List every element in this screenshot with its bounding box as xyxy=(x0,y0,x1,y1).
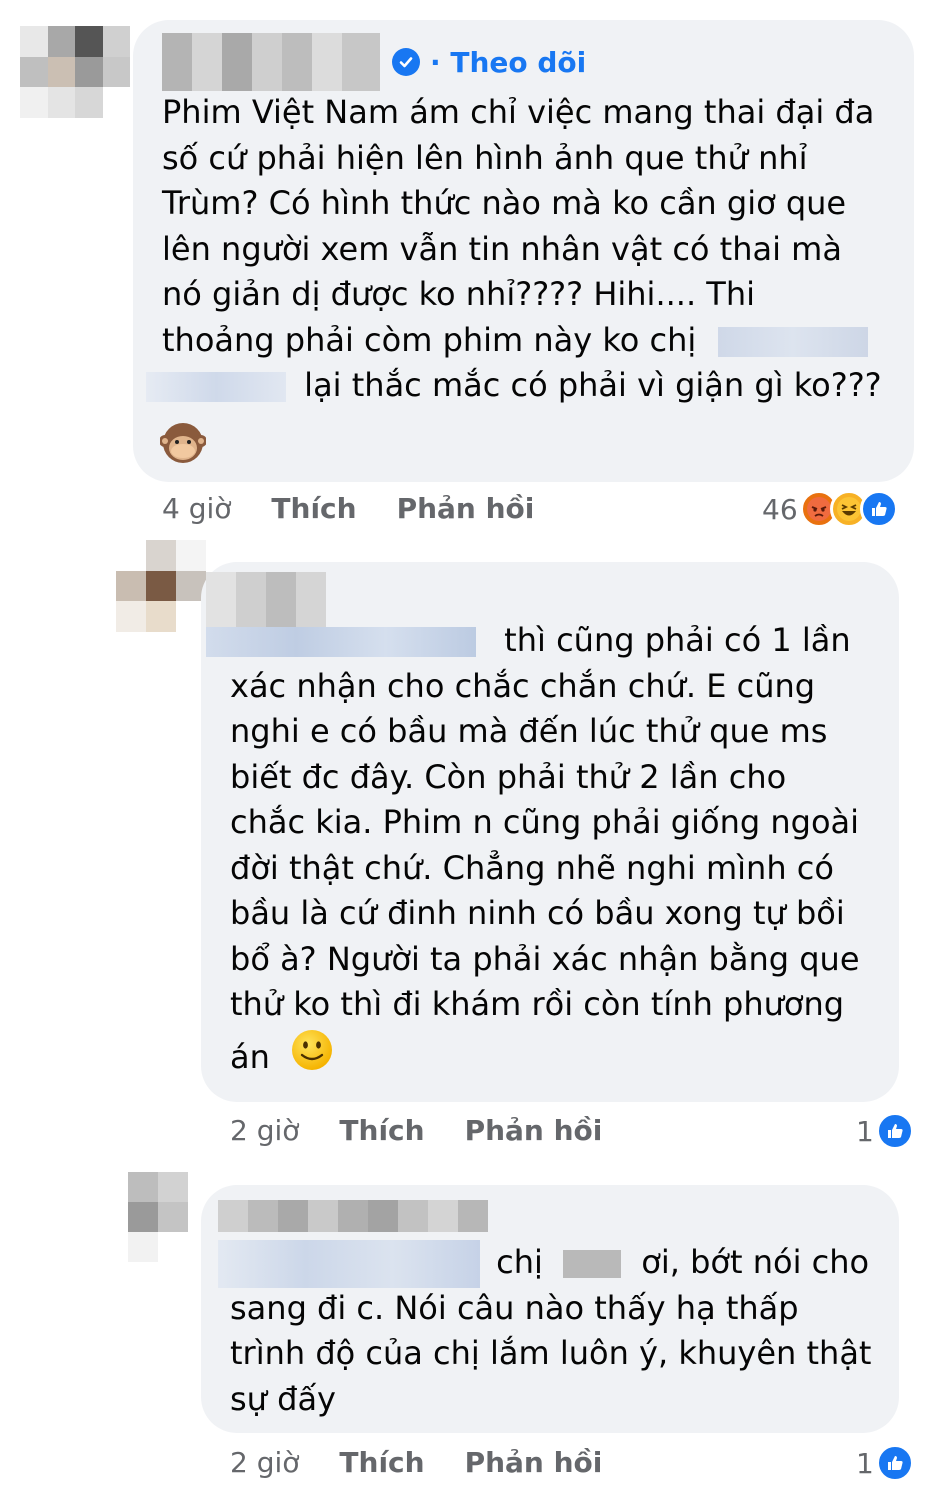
comment-line-text: thì cũng phải có 1 lần xyxy=(504,621,851,659)
like-icon xyxy=(875,1112,914,1150)
comment-line: thoảng phải còm phim này ko chị xyxy=(162,318,882,364)
comment-meta: 4 giờ Thích Phản hồi xyxy=(162,492,534,525)
like-icon xyxy=(859,490,898,528)
comment-line: Phim Việt Nam ám chỉ việc mang thai đại … xyxy=(162,93,875,131)
reaction-count: 1 xyxy=(856,1114,874,1148)
comment-line: thử ko thì đi khám rồi còn tính phương xyxy=(230,985,845,1023)
reaction-summary[interactable]: 1 xyxy=(856,1444,914,1482)
reaction-summary[interactable]: 46 xyxy=(762,490,898,528)
comment-line: nó giản dị được ko nhỉ???? Hihi.... Thi xyxy=(162,275,756,313)
comment-line: sự đấy xyxy=(230,1379,336,1418)
mention-blurred[interactable] xyxy=(218,1240,480,1288)
like-icon xyxy=(875,1444,914,1482)
like-button[interactable]: Thích xyxy=(339,1446,424,1479)
comment-meta: 2 giờ Thích Phản hồi xyxy=(230,1446,602,1479)
commenter-name-blurred[interactable] xyxy=(162,33,380,91)
verified-badge-icon xyxy=(392,48,420,76)
commenter-name-row: · Theo dõi xyxy=(162,32,586,92)
comment-line-text: ơi, bớt nói cho xyxy=(641,1243,870,1281)
slightly-smiling-face-icon xyxy=(290,1028,334,1090)
comment-line: lên người xem vẫn tin nhân vật có thai m… xyxy=(162,229,842,268)
avatar-blurred[interactable] xyxy=(116,540,206,632)
comment-line-text: án xyxy=(230,1037,270,1076)
follow-button[interactable]: · Theo dõi xyxy=(430,46,586,79)
comment-line: xác nhận cho chắc chắn chứ. E cũng xyxy=(230,666,816,705)
reaction-summary[interactable]: 1 xyxy=(856,1112,914,1150)
reply-button[interactable]: Phản hồi xyxy=(465,1446,603,1479)
comment-line-text: lại thắc mắc có phải vì giận gì ko??? xyxy=(304,366,882,404)
reply-button[interactable]: Phản hồi xyxy=(397,492,535,525)
comment-line: sang đi c. Nói câu nào thấy hạ thấp xyxy=(230,1288,799,1327)
mention-blurred[interactable] xyxy=(146,372,286,402)
comment-line: đời thật chứ. Chẳng nhẽ nghi mình có xyxy=(230,848,834,887)
reaction-count: 1 xyxy=(856,1446,874,1480)
comment-text: Phim Việt Nam ám chỉ việc mang thai đại … xyxy=(146,90,882,409)
like-button[interactable]: Thích xyxy=(271,492,356,525)
mention-blurred[interactable] xyxy=(718,326,869,357)
comment-line: chị ơi, bớt nói cho xyxy=(218,1240,871,1288)
reply-button[interactable]: Phản hồi xyxy=(465,1114,603,1147)
comment-text: chị ơi, bớt nói cho sang đi c. Nói câu n… xyxy=(218,1240,872,1422)
timestamp[interactable]: 2 giờ xyxy=(230,1446,299,1479)
comment-line: biết đc đây. Còn phải thử 2 lần cho xyxy=(230,757,787,796)
comment-line: thì cũng phải có 1 lần xyxy=(206,618,860,664)
comment-line: Trùm? Có hình thức nào mà ko cần giơ que xyxy=(162,184,847,222)
avatar-blurred[interactable] xyxy=(128,1172,188,1262)
comment-line: trình độ của chị lắm luôn ý, khuyên thật xyxy=(230,1334,872,1372)
timestamp[interactable]: 4 giờ xyxy=(162,492,231,525)
avatar-blurred[interactable] xyxy=(20,26,130,118)
timestamp[interactable]: 2 giờ xyxy=(230,1114,299,1147)
comment-line-text: thoảng phải còm phim này ko chị xyxy=(162,320,697,359)
comment-line-text: chị xyxy=(496,1243,543,1281)
like-button[interactable]: Thích xyxy=(339,1114,424,1147)
comment-line: lại thắc mắc có phải vì giận gì ko??? xyxy=(146,363,882,409)
mention-blurred[interactable] xyxy=(206,627,476,657)
commenter-name-blurred[interactable] xyxy=(218,1200,488,1232)
comment-line: án xyxy=(230,1028,860,1086)
reaction-count: 46 xyxy=(762,492,798,526)
comment-text: thì cũng phải có 1 lần xác nhận cho chắc… xyxy=(206,618,860,1086)
see-no-evil-monkey-icon xyxy=(159,420,207,470)
comment-meta: 2 giờ Thích Phản hồi xyxy=(230,1114,602,1147)
comment-line: nghi e có bầu mà đến lúc thử que ms xyxy=(230,712,828,750)
comment-line: chắc kia. Phim n cũng phải giống ngoài xyxy=(230,803,860,841)
comment-line: bầu là cứ đinh ninh có bầu xong tự bồi xyxy=(230,894,845,932)
comment-line: số cứ phải hiện lên hình ảnh que thử nhỉ xyxy=(162,138,808,177)
mention-blurred[interactable] xyxy=(563,1250,622,1278)
comment-line: bổ à? Người ta phải xác nhận bằng que xyxy=(230,939,860,978)
